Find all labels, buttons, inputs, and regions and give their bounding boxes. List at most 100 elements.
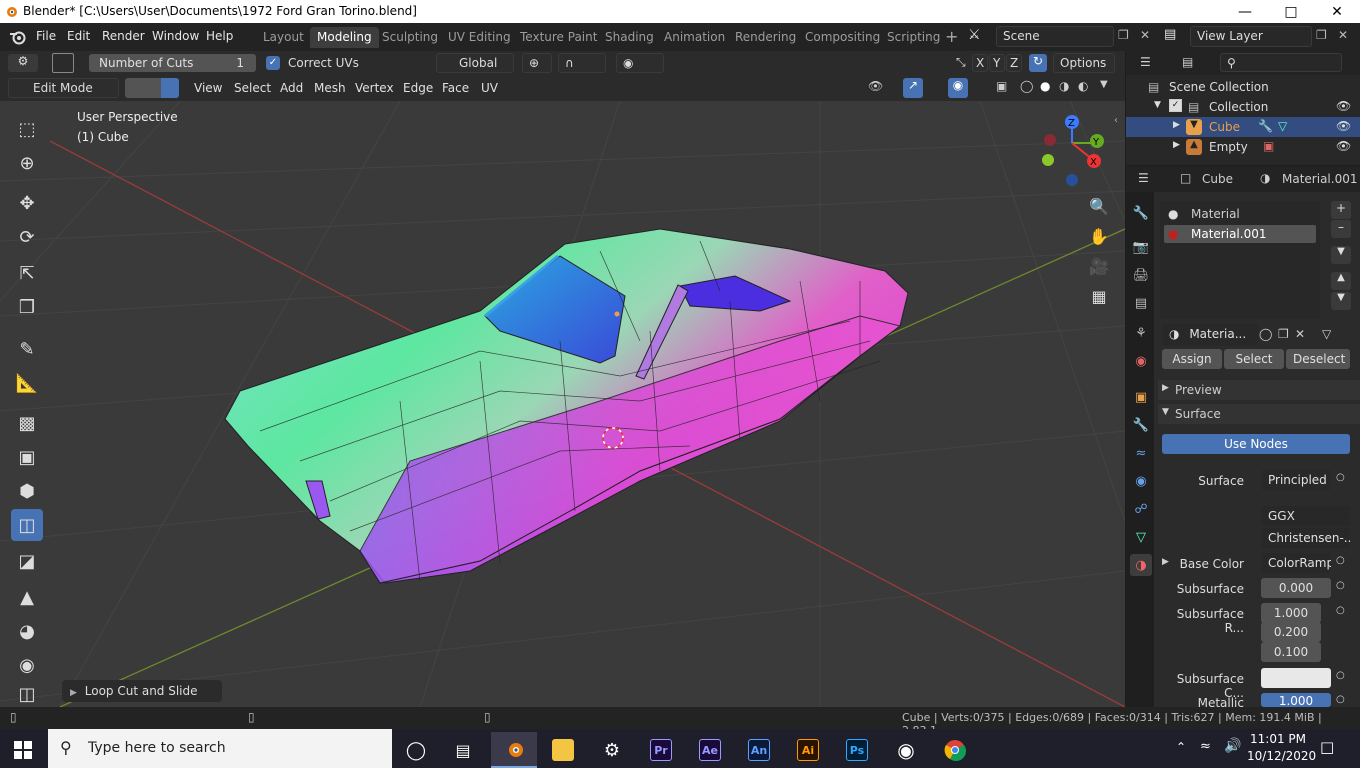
render-tab-icon[interactable]: 📷 <box>1130 236 1152 258</box>
solid-shading-icon[interactable]: ● <box>1040 79 1050 93</box>
ortho-grid-icon[interactable]: ▦ <box>1086 283 1112 309</box>
face-select-icon[interactable] <box>161 78 179 98</box>
constraints-tab-icon[interactable]: ☍ <box>1130 498 1152 520</box>
blender-menu-icon[interactable] <box>9 29 27 45</box>
tab-rendering[interactable]: Rendering <box>728 27 803 48</box>
fake-user-shield-icon[interactable]: ◯ <box>1259 327 1272 341</box>
tab-layout[interactable]: Layout <box>256 27 311 48</box>
minimize-button[interactable]: — <box>1222 0 1268 23</box>
expand-icon[interactable]: ▶ <box>1173 120 1180 130</box>
show-hidden-icons-icon[interactable]: ⌃ <box>1176 740 1186 754</box>
shading-options-icon[interactable]: ▼ <box>1100 79 1108 90</box>
close-button[interactable]: ✕ <box>1314 0 1360 23</box>
3d-viewport[interactable]: Z Y X User Perspective (1) Cube 🔍 ✋ 🎥 ▦ … <box>0 101 1125 707</box>
editor-type-icon[interactable]: ☰ <box>1138 171 1149 185</box>
taskbar-photoshop-icon[interactable]: Ps <box>834 732 880 768</box>
material-name-field[interactable]: Materia... <box>1189 327 1246 341</box>
tab-modeling[interactable]: Modeling <box>310 27 379 48</box>
material-browse-dropdown[interactable]: ◑ Materia... <box>1162 324 1258 346</box>
zoom-icon[interactable]: 🔍 <box>1086 193 1112 219</box>
select-box-tool-icon[interactable]: ⬚ <box>11 113 43 145</box>
breadcrumb-material[interactable]: Material.001 <box>1282 172 1357 186</box>
start-windows-icon[interactable] <box>0 732 46 768</box>
tab-uv-editing[interactable]: UV Editing <box>441 27 518 48</box>
taskbar-steam-icon[interactable]: ⚙ <box>589 732 635 768</box>
preview-panel-header[interactable]: ▶ Preview <box>1158 380 1360 400</box>
taskbar-illustrator-icon[interactable]: Ai <box>785 732 831 768</box>
modifier-tab-icon[interactable]: 🔧 <box>1130 414 1152 436</box>
tab-compositing[interactable]: Compositing <box>798 27 887 48</box>
assign-button[interactable]: Assign <box>1162 349 1222 369</box>
visibility-eye-icon[interactable]: 👁 <box>1336 99 1351 113</box>
clock-date[interactable]: 10/12/2020 <box>1247 749 1316 763</box>
add-workspace-icon[interactable]: + <box>945 27 958 46</box>
scene-field[interactable]: Scene <box>996 26 1114 47</box>
taskbar-search-input[interactable]: ⚲ Type here to search <box>48 729 392 768</box>
taskbar-premiere-icon[interactable]: Pr <box>638 732 684 768</box>
overlay-toggle-icon[interactable]: ◉ <box>948 78 968 98</box>
shear-tool-icon[interactable]: ◫ <box>11 683 43 705</box>
axis-z-toggle[interactable]: Z <box>1006 54 1022 72</box>
node-socket-icon[interactable]: ○ <box>1336 472 1345 483</box>
tab-sculpting[interactable]: Sculpting <box>375 27 445 48</box>
menu-mesh[interactable]: Mesh <box>314 81 346 95</box>
list-item-active[interactable]: ● Material.001 <box>1164 225 1316 243</box>
transform-tool-icon[interactable]: ❒ <box>11 291 43 323</box>
outliner-item-cube[interactable]: ▶ ▼ Cube 🔧 ▽ 👁 <box>1126 117 1360 137</box>
cursor-tool-icon[interactable]: ⊕ <box>11 147 43 179</box>
surface-panel-header[interactable]: ▼ Surface <box>1158 404 1360 424</box>
scale-tool-icon[interactable]: ⇱ <box>11 257 43 289</box>
auto-merge-icon[interactable]: ↻ <box>1029 54 1047 72</box>
node-socket-icon[interactable]: ○ <box>1336 555 1345 566</box>
scene-tab-icon[interactable]: ⚘ <box>1130 322 1152 344</box>
menu-edit[interactable]: Edit <box>67 29 90 43</box>
expand-icon[interactable]: ▶ <box>1173 140 1180 150</box>
last-operator-panel[interactable]: ▶ Loop Cut and Slide <box>62 680 222 702</box>
delete-scene-icon[interactable]: ✕ <box>1140 28 1150 42</box>
tab-scripting[interactable]: Scripting <box>880 27 947 48</box>
scene-icon[interactable]: ⚔ <box>968 27 981 43</box>
duplicate-material-icon[interactable]: ❐ <box>1278 327 1289 341</box>
taskbar-obs-icon[interactable]: ◉ <box>883 732 929 768</box>
outliner-scene-collection[interactable]: ▤ Scene Collection <box>1126 77 1360 97</box>
pivot-point-icon[interactable]: ⊕ <box>522 53 552 73</box>
axis-y-toggle[interactable]: Y <box>989 54 1005 72</box>
subsurface-color-swatch[interactable] <box>1261 668 1331 688</box>
link-mode-icon[interactable]: ▽ <box>1322 327 1331 341</box>
taskbar-animate-icon[interactable]: An <box>736 732 782 768</box>
notification-icon[interactable]: □ <box>1320 738 1334 756</box>
material-shading-icon[interactable]: ◑ <box>1059 79 1069 93</box>
select-button[interactable]: Select <box>1224 349 1284 369</box>
taskbar-after-effects-icon[interactable]: Ae <box>687 732 733 768</box>
menu-edge[interactable]: Edge <box>403 81 433 95</box>
node-socket-icon[interactable]: ○ <box>1336 580 1345 591</box>
clock-time[interactable]: 11:01 PM <box>1250 732 1306 746</box>
smooth-tool-icon[interactable]: ◉ <box>11 649 43 681</box>
outliner-search-input[interactable]: ⚲ <box>1220 53 1342 72</box>
knife-tool-icon[interactable]: ◪ <box>11 545 43 577</box>
outliner-item-empty[interactable]: ▶ ▲ Empty ▣ 👁 <box>1126 137 1360 157</box>
maximize-button[interactable]: □ <box>1268 0 1314 23</box>
transform-orientation-dropdown[interactable]: Global <box>436 53 514 73</box>
menu-vertex[interactable]: Vertex <box>355 81 394 95</box>
surface-shader-field[interactable]: Principled ... <box>1261 470 1331 490</box>
poly-build-tool-icon[interactable]: ▲ <box>11 581 43 613</box>
camera-view-icon[interactable]: 🎥 <box>1086 253 1112 279</box>
move-slot-down-icon[interactable]: ▼ <box>1331 292 1351 310</box>
annotate-tool-icon[interactable]: ✎ <box>11 333 43 365</box>
editor-type-icon[interactable]: ☰ <box>1140 55 1151 69</box>
viewport-scene[interactable]: Z Y X <box>0 101 1125 707</box>
delete-view-layer-icon[interactable]: ✕ <box>1338 28 1348 42</box>
correct-uvs-checkbox[interactable]: ✓ <box>266 56 280 70</box>
menu-face[interactable]: Face <box>442 81 469 95</box>
mode-dropdown[interactable]: Edit Mode <box>8 78 119 98</box>
visibility-eye-icon[interactable]: 👁 <box>1336 119 1351 133</box>
taskbar-file-explorer-icon[interactable] <box>540 732 586 768</box>
wireframe-shading-icon[interactable]: ◯ <box>1020 79 1033 93</box>
menu-file[interactable]: File <box>36 29 56 43</box>
menu-add[interactable]: Add <box>280 81 303 95</box>
tab-texture-paint[interactable]: Texture Paint <box>513 27 604 48</box>
material-tab-icon[interactable]: ◑ <box>1130 554 1152 576</box>
xray-icon[interactable]: ▣ <box>996 79 1007 93</box>
output-tab-icon[interactable]: 🖨 <box>1130 264 1152 286</box>
